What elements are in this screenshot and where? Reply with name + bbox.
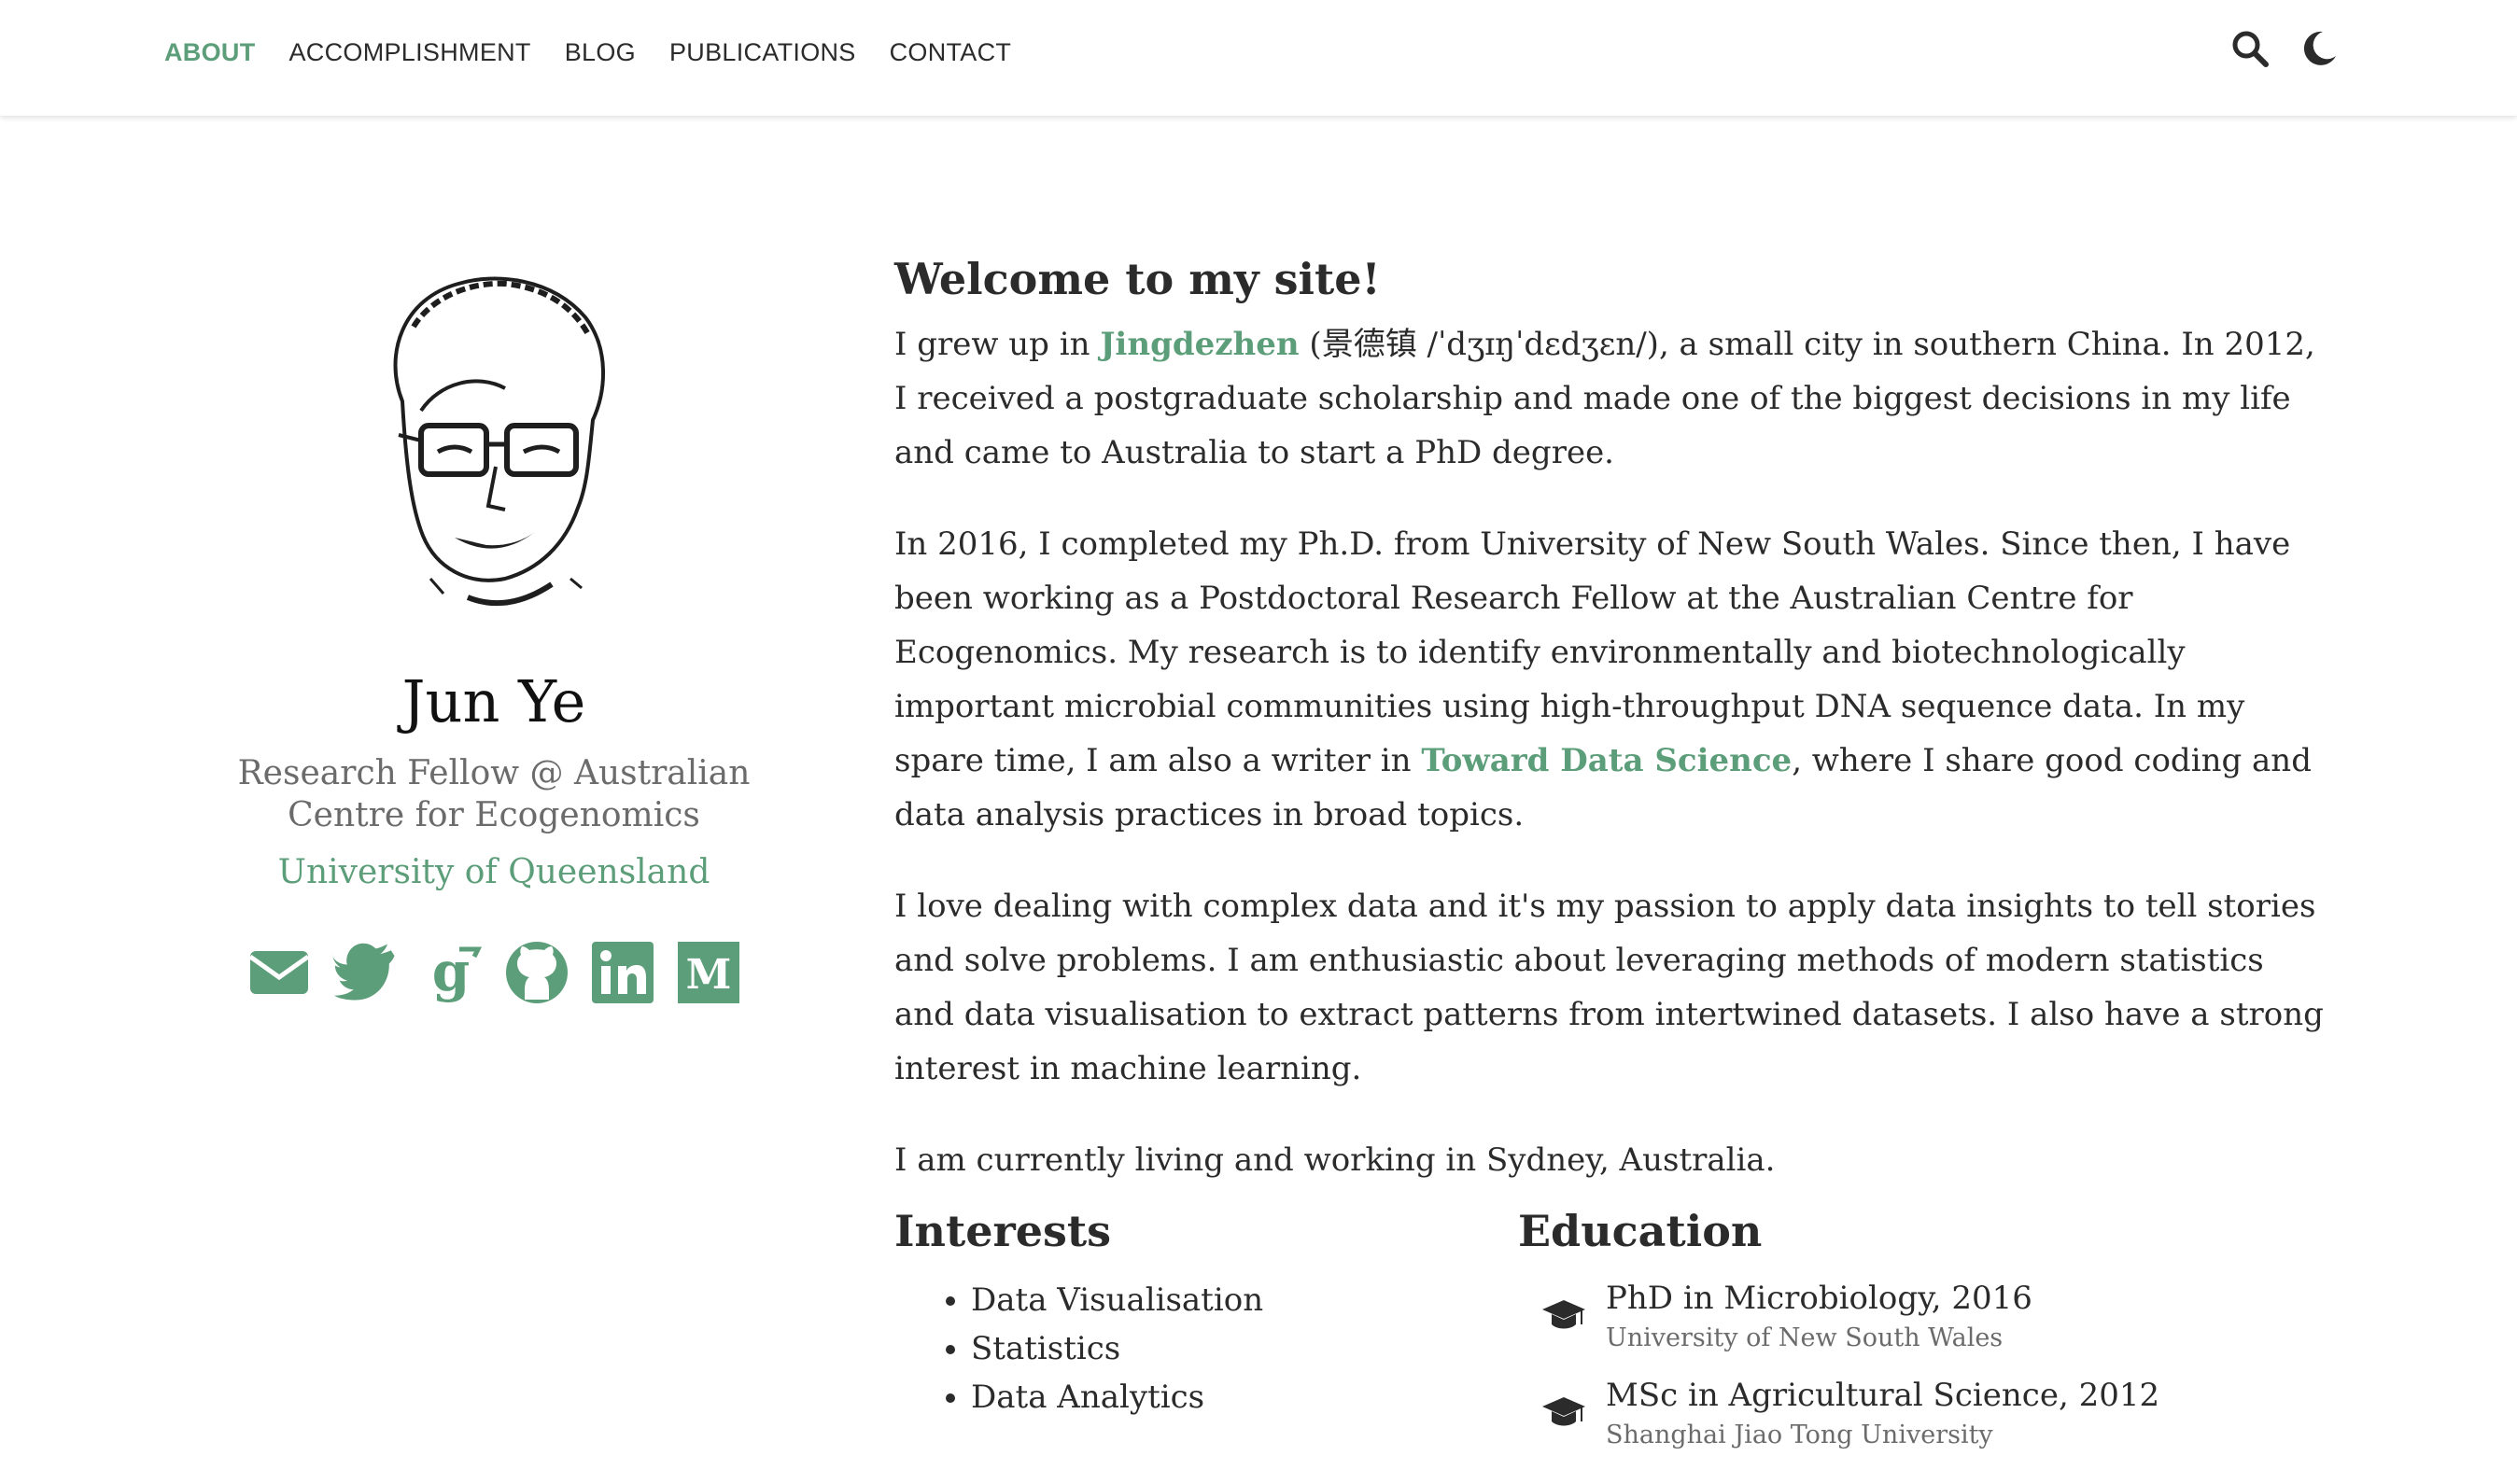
profile-card: Jun Ye Research Fellow @ Australian Cent… <box>164 271 823 1005</box>
medium-icon[interactable]: M <box>676 940 741 1005</box>
education-school: University of New South Wales <box>1606 1323 2004 1352</box>
graduation-cap-icon <box>1540 1296 1587 1334</box>
linkedin-icon[interactable] <box>590 940 655 1005</box>
avatar <box>393 276 605 607</box>
toward-data-science-link[interactable]: Toward Data Science <box>1421 742 1792 779</box>
profile-name: Jun Ye <box>401 667 586 735</box>
nav-menu: ABOUT ACCOMPLISHMENT BLOG PUBLICATIONS C… <box>164 0 1011 105</box>
search-icon[interactable] <box>2229 28 2271 69</box>
bio: I grew up in Jingdezhen (景德镇 /ˈdʒɪŋˈdɛdʒ… <box>894 317 2332 1187</box>
education-section: Education PhD in Microbiology, 2016 Univ… <box>1518 1208 2340 1470</box>
nav-item-publications[interactable]: PUBLICATIONS <box>669 38 856 67</box>
nav-item-contact[interactable]: CONTACT <box>890 38 1012 67</box>
list-item: MSc in Agricultural Science, 2012 Shangh… <box>1518 1373 2340 1470</box>
twitter-icon[interactable] <box>331 940 398 1005</box>
welcome-heading: Welcome to my site! <box>894 254 1381 304</box>
list-item: Data Visualisation <box>971 1276 1473 1324</box>
nav-item-accomplishment[interactable]: ACCOMPLISHMENT <box>289 38 531 67</box>
nav-item-blog[interactable]: BLOG <box>565 38 636 67</box>
svg-text:M: M <box>686 951 732 999</box>
nav-item-about[interactable]: ABOUT <box>164 38 256 67</box>
bio-text: I grew up in <box>894 326 1101 363</box>
education-degree: PhD in Microbiology, 2016 <box>1606 1279 2032 1317</box>
interests-list: Data Visualisation Statistics Data Analy… <box>894 1276 1473 1421</box>
bio-paragraph-1: I grew up in Jingdezhen (景德镇 /ˈdʒɪŋˈdɛdʒ… <box>894 317 2332 480</box>
education-degree: MSc in Agricultural Science, 2012 <box>1606 1376 2160 1414</box>
bio-paragraph-3: I love dealing with complex data and it'… <box>894 888 2324 1087</box>
about-section: Welcome to my site! I grew up in Jingdez… <box>894 254 2332 1449</box>
email-icon[interactable] <box>246 940 312 1005</box>
jingdezhen-link[interactable]: Jingdezhen <box>1100 326 1299 363</box>
top-navbar: ABOUT ACCOMPLISHMENT BLOG PUBLICATIONS C… <box>0 0 2517 116</box>
list-item: PhD in Microbiology, 2016 University of … <box>1518 1276 2340 1373</box>
education-list: PhD in Microbiology, 2016 University of … <box>1518 1276 2340 1470</box>
interests-section: Interests Data Visualisation Statistics … <box>894 1208 1473 1421</box>
list-item: Statistics <box>971 1324 1473 1373</box>
profile-organization-link[interactable]: University of Queensland <box>164 853 823 891</box>
education-heading: Education <box>1518 1206 1763 1256</box>
interests-heading: Interests <box>894 1206 1112 1256</box>
google-scholar-icon[interactable]: g <box>418 940 484 1005</box>
graduation-cap-icon <box>1540 1393 1587 1431</box>
nav-tools <box>2229 28 2340 69</box>
list-item: Data Analytics <box>971 1373 1473 1421</box>
education-school: Shanghai Jiao Tong University <box>1606 1420 1993 1449</box>
profile-role: Research Fellow @ Australian Centre for … <box>237 754 751 835</box>
github-icon[interactable] <box>504 940 569 1005</box>
social-links: g M <box>164 940 823 1005</box>
moon-icon[interactable] <box>2299 28 2340 69</box>
bio-paragraph-4: I am currently living and working in Syd… <box>894 1141 1776 1179</box>
bio-paragraph-2: In 2016, I completed my Ph.D. from Unive… <box>894 517 2332 842</box>
